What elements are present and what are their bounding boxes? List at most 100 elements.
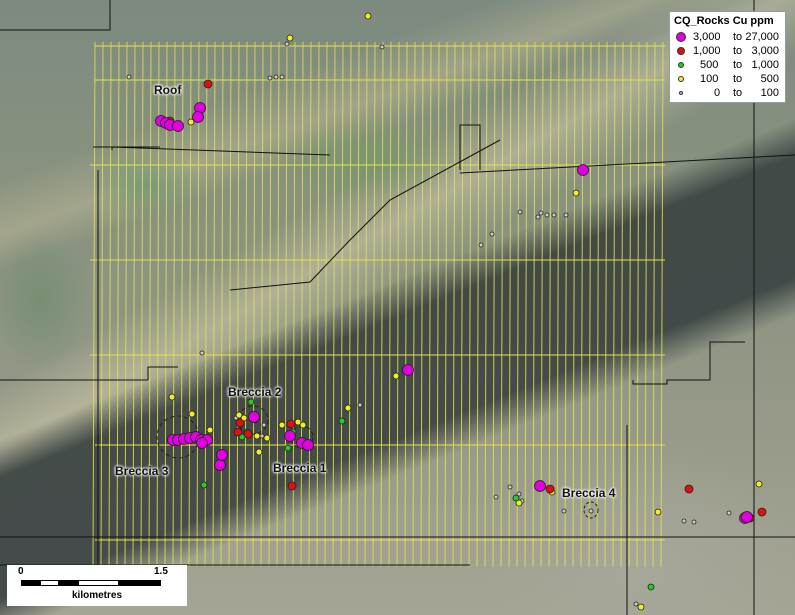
magenta-sample-point[interactable] — [285, 431, 296, 442]
yellow-sample-point[interactable] — [256, 449, 262, 455]
legend-lo: 100 — [700, 73, 718, 85]
yellow-sample-point[interactable] — [254, 433, 260, 439]
survey-line — [269, 42, 271, 567]
green-sample-point[interactable] — [648, 584, 654, 590]
survey-line — [365, 42, 367, 567]
yellow-sample-point[interactable] — [345, 405, 351, 411]
red-sample-point[interactable] — [288, 482, 296, 490]
legend-hi: 100 — [761, 87, 779, 99]
grey-sample-point[interactable] — [262, 423, 266, 427]
grey-sample-point[interactable] — [545, 213, 549, 217]
green-sample-point[interactable] — [339, 418, 345, 424]
yellow-sample-point[interactable] — [655, 509, 661, 515]
yellow-sample-point[interactable] — [287, 35, 293, 41]
red-sample-point[interactable] — [546, 485, 554, 493]
green-sample-point[interactable] — [513, 495, 519, 501]
green-sample-point[interactable] — [285, 445, 291, 451]
survey-line — [109, 42, 111, 567]
magenta-sample-point[interactable] — [249, 412, 260, 423]
magenta-sample-point[interactable] — [173, 121, 184, 132]
grey-sample-point[interactable] — [539, 211, 543, 215]
survey-line — [181, 42, 183, 567]
grey-sample-point[interactable] — [358, 403, 362, 407]
grey-sample-point[interactable] — [518, 210, 522, 214]
magenta-sample-point[interactable] — [217, 450, 228, 461]
red-sample-point[interactable] — [685, 485, 693, 493]
magenta-sample-point[interactable] — [303, 440, 314, 451]
magenta-sample-point[interactable] — [215, 460, 226, 471]
scale-bar: 0 1.5 kilometres — [7, 565, 187, 606]
survey-line — [261, 42, 263, 567]
legend-to: to — [733, 59, 742, 71]
survey-line — [397, 42, 399, 567]
grey-sample-point[interactable] — [727, 511, 731, 515]
label-breccia-3: Breccia 3 — [115, 464, 168, 478]
magenta-sample-point[interactable] — [535, 481, 546, 492]
grey-sample-point[interactable] — [280, 75, 284, 79]
grey-sample-point[interactable] — [562, 509, 566, 513]
yellow-sample-point[interactable] — [207, 427, 213, 433]
survey-line — [477, 42, 479, 567]
grey-sample-point[interactable] — [490, 232, 494, 236]
survey-line — [341, 42, 343, 567]
green-sample-point[interactable] — [201, 482, 207, 488]
green-sample-point[interactable] — [248, 399, 254, 405]
yellow-sample-point[interactable] — [393, 373, 399, 379]
red-sample-point[interactable] — [244, 430, 252, 438]
scale-start-label: 0 — [18, 566, 24, 577]
grey-sample-point[interactable] — [552, 213, 556, 217]
legend-hi: 3,000 — [751, 45, 779, 57]
grey-sample-point[interactable] — [536, 215, 540, 219]
yellow-sample-point[interactable] — [169, 394, 175, 400]
grey-sample-point[interactable] — [564, 213, 568, 217]
grey-sample-point[interactable] — [285, 42, 289, 46]
legend-row: 1,000 to 3,000 — [670, 44, 787, 58]
scale-segment — [119, 580, 161, 586]
yellow-sample-point[interactable] — [638, 604, 644, 610]
grey-sample-point[interactable] — [589, 509, 593, 513]
grey-sample-point[interactable] — [127, 75, 131, 79]
survey-line — [421, 42, 423, 567]
survey-line — [277, 42, 279, 567]
survey-line — [653, 42, 655, 567]
grey-sample-point[interactable] — [508, 485, 512, 489]
survey-line — [213, 42, 215, 567]
grey-sample-point[interactable] — [200, 351, 204, 355]
grey-sample-point[interactable] — [380, 45, 384, 49]
yellow-sample-point[interactable] — [300, 422, 306, 428]
grey-sample-point[interactable] — [268, 76, 272, 80]
satellite-map[interactable]: Roof Breccia 2 Breccia 3 Breccia 1 Brecc… — [0, 0, 795, 615]
magenta-sample-point[interactable] — [742, 512, 753, 523]
yellow-sample-point[interactable] — [189, 411, 195, 417]
red-sample-point[interactable] — [236, 419, 244, 427]
magenta-sample-point[interactable] — [197, 438, 208, 449]
grey-sample-point[interactable] — [692, 520, 696, 524]
yellow-sample-point[interactable] — [279, 422, 285, 428]
yellow-sample-point[interactable] — [365, 13, 371, 19]
survey-line — [133, 42, 135, 567]
magenta-sample-point[interactable] — [193, 112, 204, 123]
red-sample-point[interactable] — [287, 420, 295, 428]
legend-to: to — [733, 87, 742, 99]
yellow-sample-point[interactable] — [264, 435, 270, 441]
grey-sample-point[interactable] — [682, 519, 686, 523]
legend-row: 3,000 to 27,000 — [670, 30, 787, 44]
red-sample-point[interactable] — [758, 508, 766, 516]
yellow-sample-point[interactable] — [573, 190, 579, 196]
magenta-sample-point[interactable] — [578, 165, 589, 176]
grey-sample-point[interactable] — [260, 434, 264, 438]
grey-sample-point[interactable] — [494, 495, 498, 499]
survey-line — [405, 42, 407, 567]
red-sample-point[interactable] — [234, 428, 242, 436]
red-sample-point[interactable] — [204, 80, 212, 88]
legend-lo: 500 — [700, 59, 718, 71]
survey-line — [445, 42, 447, 567]
survey-line — [501, 42, 503, 567]
survey-line — [301, 42, 303, 567]
grey-sample-point[interactable] — [274, 75, 278, 79]
grey-sample-point[interactable] — [634, 602, 638, 606]
magenta-sample-point[interactable] — [403, 365, 414, 376]
yellow-sample-point[interactable] — [756, 481, 762, 487]
legend: CQ_Rocks Cu ppm 3,000 to 27,000 1,000 to… — [669, 11, 786, 103]
grey-sample-point[interactable] — [479, 243, 483, 247]
